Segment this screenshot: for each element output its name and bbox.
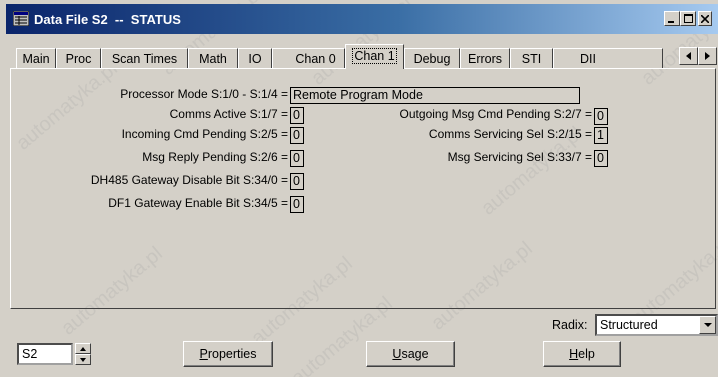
minimize-button[interactable]	[664, 11, 680, 26]
button-hotkey: P	[199, 347, 208, 361]
chevron-down-icon	[703, 322, 712, 327]
spin-down-button[interactable]	[75, 354, 91, 365]
arrow-down-icon	[80, 357, 86, 362]
tab-label: Proc	[65, 52, 92, 66]
tab-label: STI	[521, 52, 542, 66]
tab-io[interactable]: IO	[238, 48, 272, 69]
outgoing-msg-cmd-pending-value[interactable]: 0	[594, 108, 608, 125]
tab-proc[interactable]: Proc	[56, 48, 101, 69]
tab-strip: Main Proc Scan Times Math IO Chan 0 Chan…	[16, 44, 698, 69]
arrow-up-icon	[80, 346, 86, 351]
properties-button[interactable]: Properties	[183, 341, 273, 367]
maximize-icon	[683, 14, 693, 23]
maximize-button[interactable]	[680, 11, 696, 26]
arrow-right-icon	[704, 52, 710, 60]
button-text: roperties	[207, 347, 257, 361]
tab-scan-times[interactable]: Scan Times	[101, 48, 188, 69]
file-number-input[interactable]: S2	[17, 343, 73, 365]
tab-label: Errors	[467, 52, 503, 66]
tab-dii[interactable]: DII	[553, 48, 663, 69]
tab-label: Chan 1	[352, 48, 397, 64]
tab-label: IO	[248, 52, 262, 66]
title-bar[interactable]: Data File S2 -- STATUS	[6, 4, 718, 34]
tab-scroll	[679, 47, 717, 65]
tab-sti[interactable]: STI	[510, 48, 553, 69]
comms-active-label: Comms Active S:1/7 =	[169, 107, 288, 121]
radix-select[interactable]: Structured	[595, 314, 718, 336]
button-hotkey: H	[569, 347, 579, 361]
tab-label: Main	[22, 52, 50, 66]
tab-label: Math	[199, 52, 227, 66]
usage-button[interactable]: Usage	[366, 341, 455, 367]
help-button[interactable]: Help	[543, 341, 621, 367]
comms-servicing-sel-value[interactable]: 1	[594, 127, 608, 144]
data-file-icon	[13, 11, 29, 26]
spin-up-button[interactable]	[75, 343, 91, 354]
radix-label: Radix:	[552, 318, 588, 332]
close-icon	[701, 14, 709, 23]
radix-dropdown-button[interactable]	[699, 316, 716, 334]
chan1-panel	[10, 68, 716, 309]
df1-gateway-enable-label: DF1 Gateway Enable Bit S:34/5 =	[108, 196, 288, 210]
tab-main[interactable]: Main	[16, 48, 56, 69]
tab-label: DII	[580, 52, 596, 66]
button-text: elp	[578, 347, 595, 361]
tab-math[interactable]: Math	[188, 48, 238, 69]
tab-label: Debug	[413, 52, 451, 66]
incoming-cmd-pending-label: Incoming Cmd Pending S:2/5 =	[121, 127, 288, 141]
dh485-gateway-disable-value[interactable]: 0	[290, 173, 304, 190]
arrow-left-icon	[685, 52, 691, 60]
processor-mode-value[interactable]: Remote Program Mode	[290, 87, 580, 104]
radix-value: Structured	[600, 318, 658, 332]
tab-label: Chan 0	[295, 52, 336, 66]
close-button[interactable]	[698, 11, 712, 26]
tab-errors[interactable]: Errors	[460, 48, 510, 69]
button-text: sage	[401, 347, 429, 361]
data-file-window: automatyka.pl automatyka.pl automatyka.p…	[0, 0, 718, 377]
tab-scroll-right-button[interactable]	[698, 47, 717, 65]
tab-scroll-left-button[interactable]	[679, 47, 698, 65]
df1-gateway-enable-value[interactable]: 0	[290, 196, 304, 213]
msg-servicing-sel-label: Msg Servicing Sel S:33/7 =	[447, 150, 592, 164]
outgoing-msg-cmd-pending-label: Outgoing Msg Cmd Pending S:2/7 =	[399, 107, 592, 121]
dh485-gateway-disable-label: DH485 Gateway Disable Bit S:34/0 =	[90, 173, 288, 187]
tab-chan-1[interactable]: Chan 1	[345, 44, 404, 69]
tab-chan-0[interactable]: Chan 0	[272, 48, 345, 69]
processor-mode-label: Processor Mode S:1/0 - S:1/4 =	[120, 87, 288, 101]
tab-label: Scan Times	[111, 52, 178, 66]
window-title: Data File S2 -- STATUS	[34, 12, 181, 27]
file-number-spinner	[75, 343, 91, 365]
tab-debug[interactable]: Debug	[404, 48, 460, 69]
msg-servicing-sel-value[interactable]: 0	[594, 150, 608, 167]
minimize-icon	[668, 20, 674, 23]
msg-reply-pending-label: Msg Reply Pending S:2/6 =	[142, 150, 288, 164]
comms-servicing-sel-label: Comms Servicing Sel S:2/15 =	[428, 127, 592, 141]
